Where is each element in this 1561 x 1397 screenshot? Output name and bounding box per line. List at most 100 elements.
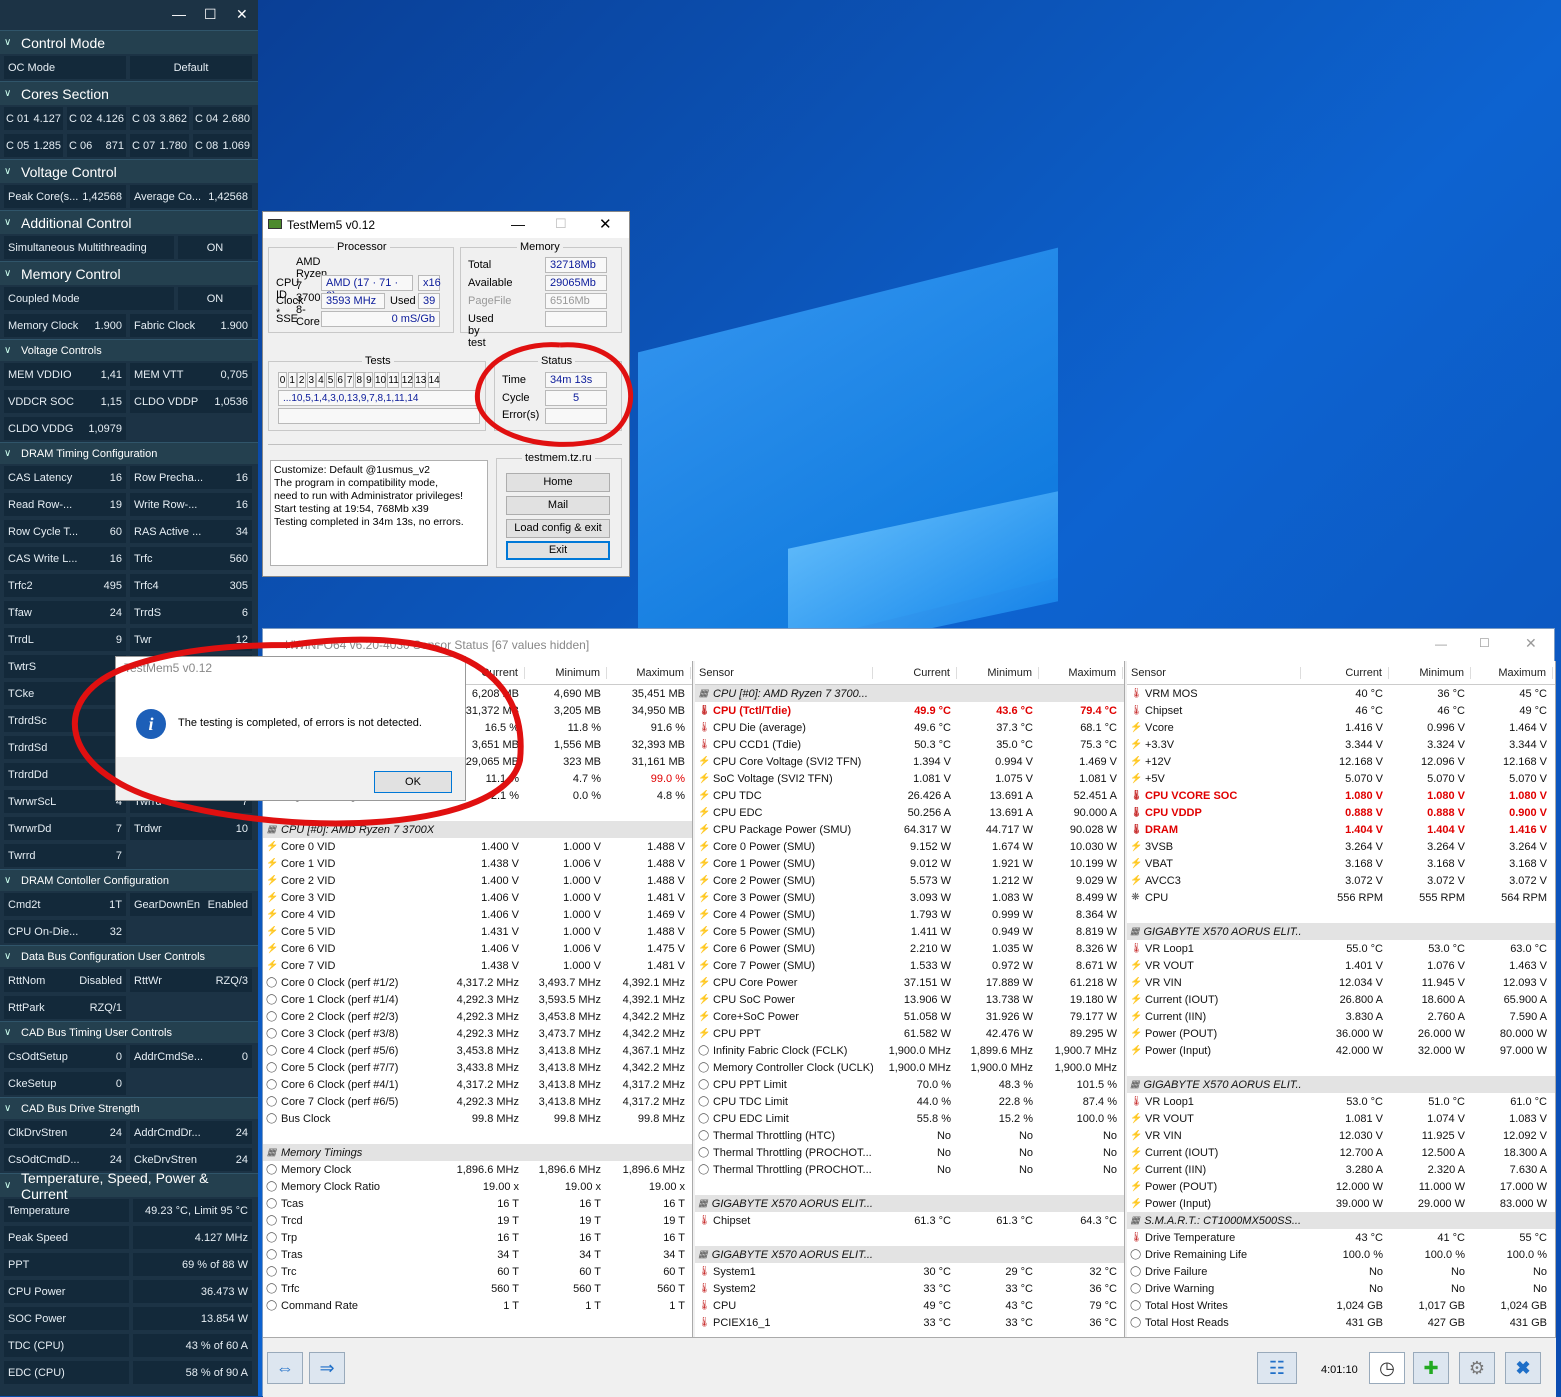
- sensor-row[interactable]: 🌡 Chipset 61.3 °C 61.3 °C 64.3 °C: [695, 1212, 1124, 1229]
- column-header[interactable]: Maximum: [1471, 666, 1553, 679]
- sensor-row[interactable]: ⚡ Core 4 VID 1.406 V 1.000 V 1.469 V: [263, 906, 692, 923]
- sensor-row[interactable]: ◯ Core 5 Clock (perf #7/7) 3,433.8 MHz 3,41…: [263, 1059, 692, 1076]
- sensor-row[interactable]: ◯ Drive Remaining Life 100.0 % 100.0 % 100.0…: [1127, 1246, 1555, 1263]
- sensor-row[interactable]: ◯ Drive Failure No No No: [1127, 1263, 1555, 1280]
- sensor-row[interactable]: ▦ GIGABYTE X570 AORUS ELIT...: [695, 1246, 1124, 1263]
- oc-mode-value[interactable]: Default: [130, 56, 252, 79]
- sensor-row[interactable]: [1127, 906, 1555, 923]
- sensor-row[interactable]: ⚡ Power (POUT) 12.000 W 11.000 W 17.000 W: [1127, 1178, 1555, 1195]
- sensor-row[interactable]: ◯ Drive Warning No No No: [1127, 1280, 1555, 1297]
- sensor-row[interactable]: ⚡ Core 2 Power (SMU) 5.573 W 1.212 W 9.029 W: [695, 872, 1124, 889]
- sensor-row[interactable]: 🌡 VR Loop1 55.0 °C 53.0 °C 63.0 °C: [1127, 940, 1555, 957]
- sensor-row[interactable]: ◯ Core 4 Clock (perf #5/6) 3,453.8 MHz 3,41…: [263, 1042, 692, 1059]
- sensor-row[interactable]: ◯ Core 2 Clock (perf #2/3) 4,292.3 MHz 3,45…: [263, 1008, 692, 1025]
- sensor-row[interactable]: ◯ Trp 16 T 16 T 16 T: [263, 1229, 692, 1246]
- column-header[interactable]: Maximum: [1039, 666, 1123, 679]
- sensor-row[interactable]: ◯ Memory Clock 1,896.6 MHz 1,896.6 MHz 1,896…: [263, 1161, 692, 1178]
- column-header[interactable]: Current: [1301, 666, 1389, 679]
- minimize-icon[interactable]: —: [172, 6, 186, 22]
- sensor-row[interactable]: 🌡 System1 30 °C 29 °C 32 °C: [695, 1263, 1124, 1280]
- section-header[interactable]: ∨ Cores Section: [0, 81, 258, 105]
- sensor-row[interactable]: [263, 804, 692, 821]
- sensor-row[interactable]: ⚡ Core 3 Power (SMU) 3.093 W 1.083 W 8.499 W: [695, 889, 1124, 906]
- sensor-row[interactable]: ⚡ Core 0 VID 1.400 V 1.000 V 1.488 V: [263, 838, 692, 855]
- sensor-row[interactable]: ⚡ AVCC3 3.072 V 3.072 V 3.072 V: [1127, 872, 1555, 889]
- sensor-row[interactable]: ◯ Core 6 Clock (perf #4/1) 4,317.2 MHz 3,41…: [263, 1076, 692, 1093]
- sensor-row[interactable]: ◯ Memory Clock Ratio 19.00 x 19.00 x 19.00 x: [263, 1178, 692, 1195]
- sensor-row[interactable]: ⚡ Current (IIN) 3.280 A 2.320 A 7.630 A: [1127, 1161, 1555, 1178]
- minimize-icon[interactable]: —: [1435, 637, 1447, 651]
- sensor-row[interactable]: ⚡ VR VOUT 1.401 V 1.076 V 1.463 V: [1127, 957, 1555, 974]
- sensor-row[interactable]: ◯ Core 7 Clock (perf #6/5) 4,292.3 MHz 3,41…: [263, 1093, 692, 1110]
- settings-gear-icon[interactable]: ⚙: [1459, 1352, 1495, 1384]
- section-header[interactable]: ∨ Control Mode: [0, 30, 258, 54]
- sensor-row[interactable]: ⚡ Current (IIN) 3.830 A 2.760 A 7.590 A: [1127, 1008, 1555, 1025]
- sensor-row[interactable]: ▦ S.M.A.R.T.: CT1000MX500SS...: [1127, 1212, 1555, 1229]
- maximize-icon[interactable]: ☐: [555, 216, 567, 232]
- sensor-row[interactable]: ▦ Memory Timings: [263, 1144, 692, 1161]
- sensor-row[interactable]: ⚡ CPU Package Power (SMU) 64.317 W 44.717 W…: [695, 821, 1124, 838]
- column-header[interactable]: Minimum: [957, 666, 1039, 679]
- sensor-row[interactable]: [695, 1229, 1124, 1246]
- sensor-row[interactable]: ◯ Thermal Throttling (PROCHOT... No No No: [695, 1161, 1124, 1178]
- sensor-row[interactable]: ◯ Core 1 Clock (perf #1/4) 4,292.3 MHz 3,59…: [263, 991, 692, 1008]
- sensor-row[interactable]: 🌡 Drive Temperature 43 °C 41 °C 55 °C: [1127, 1229, 1555, 1246]
- sensor-row[interactable]: 🌡 CPU VDDP 0.888 V 0.888 V 0.900 V: [1127, 804, 1555, 821]
- column-header[interactable]: Current: [873, 666, 957, 679]
- sensor-row[interactable]: ◯ CPU PPT Limit 70.0 % 48.3 % 101.5 %: [695, 1076, 1124, 1093]
- network-icon[interactable]: ☷: [1257, 1352, 1297, 1384]
- sensor-row[interactable]: 🌡 DRAM 1.404 V 1.404 V 1.416 V: [1127, 821, 1555, 838]
- section-header[interactable]: ∨ DRAM Timing Configuration: [0, 442, 258, 464]
- sensor-row[interactable]: ⚡ CPU Core Power 37.151 W 17.889 W 61.218 W: [695, 974, 1124, 991]
- sensor-row[interactable]: ◯ Total Host Writes 1,024 GB 1,017 GB 1,024 …: [1127, 1297, 1555, 1314]
- maximize-icon[interactable]: ☐: [204, 6, 217, 23]
- sensor-row[interactable]: 🌡 VRM MOS 40 °C 36 °C 45 °C: [1127, 685, 1555, 702]
- section-header[interactable]: ∨ Additional Control: [0, 210, 258, 234]
- sensor-row[interactable]: ⚡ CPU PPT 61.582 W 42.476 W 89.295 W: [695, 1025, 1124, 1042]
- sensor-row[interactable]: [263, 1127, 692, 1144]
- close-icon[interactable]: ✕: [599, 215, 612, 233]
- sensor-row[interactable]: ⚡ CPU Core Voltage (SVI2 TFN) 1.394 V 0.994…: [695, 753, 1124, 770]
- sensor-row[interactable]: ⚡ Core 7 Power (SMU) 1.533 W 0.972 W 8.671 W: [695, 957, 1124, 974]
- sensor-row[interactable]: ⚡ +3.3V 3.344 V 3.324 V 3.344 V: [1127, 736, 1555, 753]
- sensor-row[interactable]: ⚡ VR VIN 12.034 V 11.945 V 12.093 V: [1127, 974, 1555, 991]
- sensor-row[interactable]: 🌡 System2 33 °C 33 °C 36 °C: [695, 1280, 1124, 1297]
- minimize-icon[interactable]: —: [511, 216, 525, 232]
- close-sensors-icon[interactable]: ✖: [1505, 1352, 1541, 1384]
- sensor-row[interactable]: ◯ Thermal Throttling (HTC) No No No: [695, 1127, 1124, 1144]
- mail-button[interactable]: Mail: [506, 496, 610, 515]
- clock-icon[interactable]: ◷: [1369, 1352, 1405, 1384]
- sensor-row[interactable]: 🌡 Chipset 46 °C 46 °C 49 °C: [1127, 702, 1555, 719]
- sensor-row[interactable]: ⚡ Core 0 Power (SMU) 9.152 W 1.674 W 10.030 …: [695, 838, 1124, 855]
- sensor-row[interactable]: 🌡 CPU Die (average) 49.6 °C 37.3 °C 68.1 °C: [695, 719, 1124, 736]
- sensor-row[interactable]: 🌡 CPU 49 °C 43 °C 79 °C: [695, 1297, 1124, 1314]
- sensor-row[interactable]: ◯ Trfc 560 T 560 T 560 T: [263, 1280, 692, 1297]
- sensor-row[interactable]: ⚡ Core 6 VID 1.406 V 1.006 V 1.475 V: [263, 940, 692, 957]
- sensor-row[interactable]: ◯ Thermal Throttling (PROCHOT... No No No: [695, 1144, 1124, 1161]
- sensor-row[interactable]: ◯ Trc 60 T 60 T 60 T: [263, 1263, 692, 1280]
- ok-button[interactable]: OK: [374, 771, 452, 793]
- sensor-row[interactable]: ⚡ Core 5 VID 1.431 V 1.000 V 1.488 V: [263, 923, 692, 940]
- nav-forward-icon[interactable]: ⇒: [309, 1352, 345, 1384]
- sensor-row[interactable]: ⚡ Current (IOUT) 26.800 A 18.600 A 65.900 A: [1127, 991, 1555, 1008]
- maximize-icon[interactable]: ☐: [1479, 636, 1490, 650]
- sensor-row[interactable]: ❋ CPU 556 RPM 555 RPM 564 RPM: [1127, 889, 1555, 906]
- sensor-row[interactable]: ◯ Trcd 19 T 19 T 19 T: [263, 1212, 692, 1229]
- sensor-row[interactable]: ⚡ VR VOUT 1.081 V 1.074 V 1.083 V: [1127, 1110, 1555, 1127]
- sensor-row[interactable]: 🌡 CPU (Tctl/Tdie) 49.9 °C 43.6 °C 79.4 °C: [695, 702, 1124, 719]
- sensor-row[interactable]: ◯ Bus Clock 99.8 MHz 99.8 MHz 99.8 MHz: [263, 1110, 692, 1127]
- sensor-row[interactable]: ⚡ Core 2 VID 1.400 V 1.000 V 1.488 V: [263, 872, 692, 889]
- section-header[interactable]: ∨ CAD Bus Drive Strength: [0, 1097, 258, 1119]
- sensor-row[interactable]: ⚡ Core 1 VID 1.438 V 1.006 V 1.488 V: [263, 855, 692, 872]
- column-header[interactable]: Maximum: [607, 666, 691, 679]
- sensor-row[interactable]: ▦ CPU [#0]: AMD Ryzen 7 3700X: [263, 821, 692, 838]
- sensor-row[interactable]: 🌡 VR Loop1 53.0 °C 51.0 °C 61.0 °C: [1127, 1093, 1555, 1110]
- sensor-row[interactable]: ◯ Memory Controller Clock (UCLK) 1,900.0 M…: [695, 1059, 1124, 1076]
- column-header[interactable]: Minimum: [525, 666, 607, 679]
- sensor-row[interactable]: ⚡ Core 3 VID 1.406 V 1.000 V 1.481 V: [263, 889, 692, 906]
- sensor-row[interactable]: ⚡ VBAT 3.168 V 3.168 V 3.168 V: [1127, 855, 1555, 872]
- sensor-row[interactable]: ⚡ VR VIN 12.030 V 11.925 V 12.092 V: [1127, 1127, 1555, 1144]
- section-header[interactable]: ∨ Memory Control: [0, 261, 258, 285]
- section-header[interactable]: ∨ Voltage Control: [0, 159, 258, 183]
- close-icon[interactable]: ✕: [236, 6, 248, 23]
